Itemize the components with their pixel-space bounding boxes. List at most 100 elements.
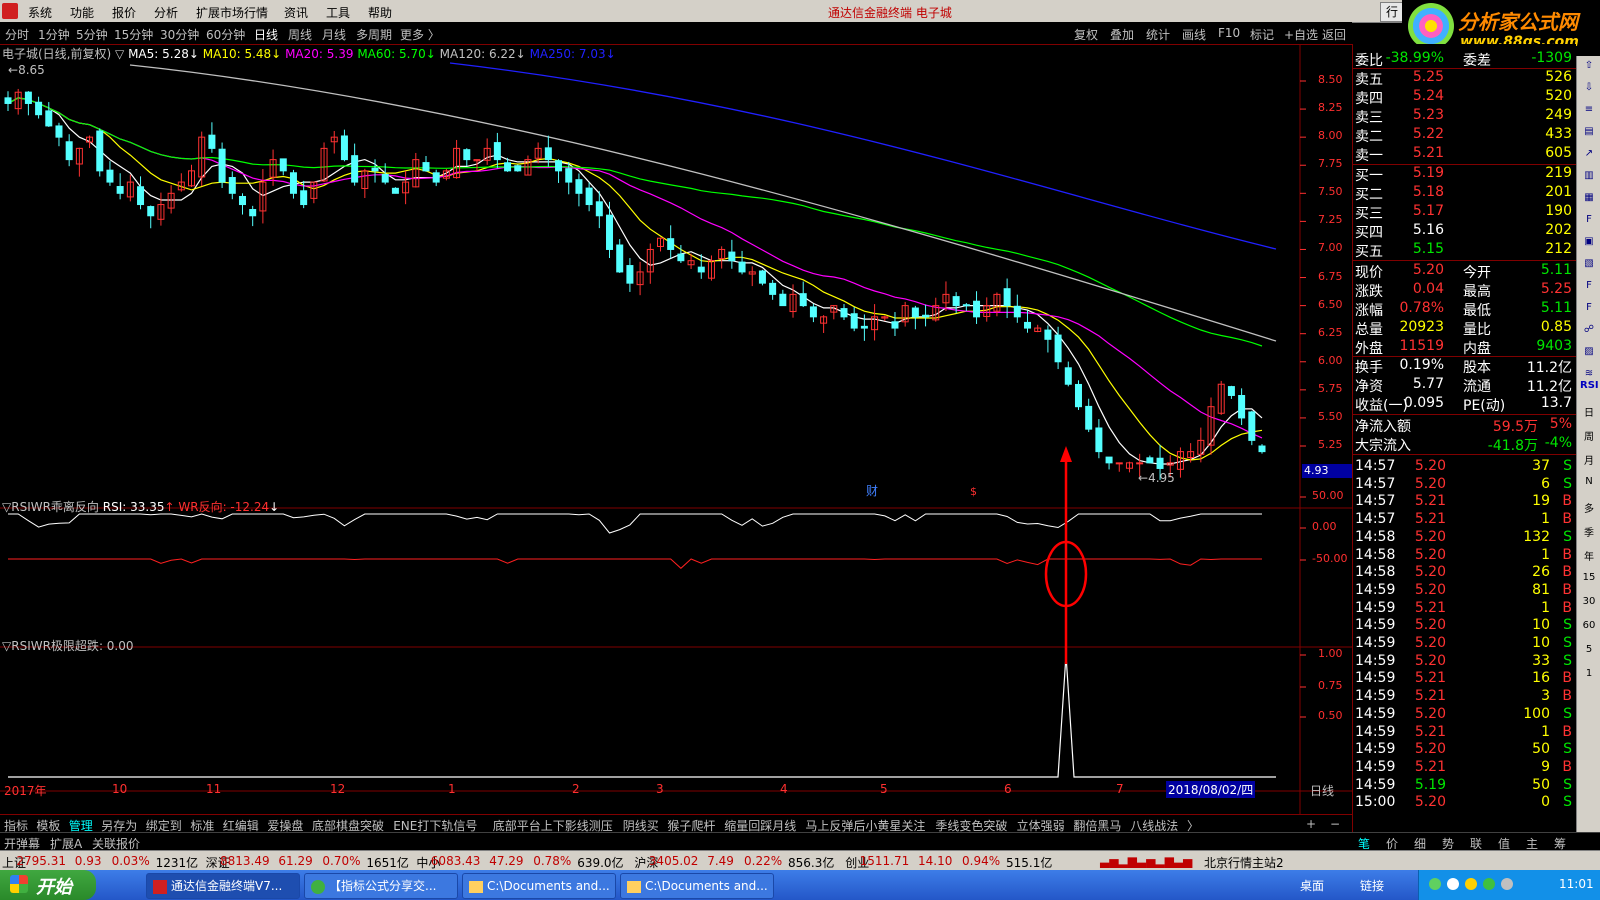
- side-tool-60[interactable]: 60: [1580, 620, 1598, 636]
- collapse-icon[interactable]: ▽: [115, 47, 124, 61]
- side-tool-icon[interactable]: ⇧: [1580, 60, 1598, 76]
- side-tool-icon[interactable]: F: [1580, 214, 1598, 230]
- period-tab[interactable]: 月线: [322, 26, 346, 43]
- taskbar-app[interactable]: 通达信金融终端V7...: [146, 873, 300, 899]
- side-tool-年[interactable]: 年: [1580, 548, 1598, 564]
- links-toolbar[interactable]: 链接: [1360, 877, 1384, 894]
- tick-side: B: [1562, 493, 1572, 510]
- tick-volume: 1: [1541, 546, 1550, 563]
- ask-label: 卖四: [1355, 91, 1383, 107]
- dividend-marker[interactable]: $: [970, 485, 977, 498]
- candle-body: [1013, 305, 1021, 318]
- period-tab[interactable]: 1分钟: [38, 26, 70, 43]
- menu-function[interactable]: 功能: [70, 4, 94, 21]
- y-tick-label: 5.25: [1318, 438, 1343, 451]
- server-status[interactable]: 北京行情主站2: [1204, 854, 1284, 871]
- side-tool-icon[interactable]: ▦: [1580, 192, 1598, 208]
- side-tool-季[interactable]: 季: [1580, 524, 1598, 540]
- add-watchlist-button[interactable]: +自选: [1284, 26, 1318, 43]
- period-tab[interactable]: 5分钟: [76, 26, 108, 43]
- tick-side: S: [1563, 794, 1572, 811]
- candle-body: [1024, 321, 1032, 329]
- bid-row: 买四 5.16 202: [1353, 222, 1576, 241]
- period-tab[interactable]: 周线: [288, 26, 312, 43]
- collapse-icon[interactable]: ▽: [2, 639, 11, 653]
- high-price-label: ←8.65: [8, 63, 45, 77]
- side-tool-RSI[interactable]: RSI: [1580, 380, 1599, 396]
- candle-body: [616, 244, 624, 273]
- candle-body: [1156, 457, 1164, 469]
- finance-marker[interactable]: 财: [866, 482, 878, 499]
- tick-row: 14:59 5.20 10 S: [1353, 617, 1576, 636]
- side-tool-icon[interactable]: ⇩: [1580, 82, 1598, 98]
- side-tool-1[interactable]: 1: [1580, 668, 1598, 684]
- side-tool-多[interactable]: 多: [1580, 500, 1598, 516]
- menu-ext-market[interactable]: 扩展市场行情: [196, 4, 268, 21]
- mark-button[interactable]: 标记: [1250, 26, 1274, 43]
- menu-system[interactable]: 系统: [28, 4, 52, 21]
- candle-body: [493, 142, 501, 161]
- candle-body: [249, 209, 257, 217]
- quote-row: 现价 5.20 今开 5.11: [1353, 262, 1576, 281]
- menu-news[interactable]: 资讯: [284, 4, 308, 21]
- volume-icon[interactable]: [1501, 878, 1513, 890]
- period-tab[interactable]: 多周期: [356, 26, 392, 43]
- tick-row: 14:59 5.20 100 S: [1353, 706, 1576, 725]
- period-tab[interactable]: 30分钟: [160, 26, 199, 43]
- side-tool-月[interactable]: 月: [1580, 452, 1598, 468]
- menu-tools[interactable]: 工具: [326, 4, 350, 21]
- browser-icon: [311, 879, 325, 894]
- candle-body: [422, 162, 430, 172]
- quote-button[interactable]: 行: [1380, 2, 1404, 22]
- overlay-button[interactable]: 叠加: [1110, 26, 1134, 43]
- side-tool-icon[interactable]: ▥: [1580, 170, 1598, 186]
- menu-quote[interactable]: 报价: [112, 4, 136, 21]
- period-tab[interactable]: 60分钟: [206, 26, 245, 43]
- draw-button[interactable]: 画线: [1182, 26, 1206, 43]
- tick-time: 14:57: [1355, 458, 1396, 474]
- menu-analysis[interactable]: 分析: [154, 4, 178, 21]
- remove-tab-icon[interactable]: −: [1330, 817, 1340, 831]
- bid-volume: 212: [1545, 241, 1572, 257]
- bid-price: 5.16: [1412, 222, 1444, 238]
- side-tool-icon[interactable]: ▨: [1580, 346, 1598, 362]
- side-tool-icon[interactable]: F: [1580, 302, 1598, 318]
- side-tool-icon[interactable]: ↗: [1580, 148, 1598, 164]
- side-tool-周[interactable]: 周: [1580, 428, 1598, 444]
- back-button[interactable]: 返回: [1322, 26, 1346, 43]
- taskbar-app[interactable]: C:\Documents and...: [620, 873, 774, 899]
- add-tab-icon[interactable]: +: [1306, 817, 1316, 831]
- side-tool-icon[interactable]: ☍: [1580, 324, 1598, 340]
- side-tool-N[interactable]: N: [1580, 476, 1598, 492]
- taskbar-app[interactable]: C:\Documents and...: [462, 873, 616, 899]
- tick-price: 5.21: [1414, 688, 1446, 705]
- menu-help[interactable]: 帮助: [368, 4, 392, 21]
- taskbar-app[interactable]: 【指标公式分享交...: [304, 873, 458, 899]
- f10-button[interactable]: F10: [1218, 26, 1240, 40]
- side-tool-15[interactable]: 15: [1580, 572, 1598, 588]
- side-tool-icon[interactable]: ▧: [1580, 258, 1598, 274]
- period-tab-more[interactable]: 更多 〉: [400, 26, 440, 43]
- collapse-icon[interactable]: ▽: [2, 500, 11, 514]
- tray-icon[interactable]: [1429, 878, 1441, 890]
- side-tool-icon[interactable]: ▣: [1580, 236, 1598, 252]
- tray-icon[interactable]: [1447, 878, 1459, 890]
- side-tool-icon[interactable]: ≡: [1580, 104, 1598, 120]
- side-tool-5[interactable]: 5: [1580, 644, 1598, 660]
- side-tool-日[interactable]: 日: [1580, 404, 1598, 420]
- side-tool-30[interactable]: 30: [1580, 596, 1598, 612]
- tray-icon[interactable]: [1483, 878, 1495, 890]
- period-tab[interactable]: 15分钟: [114, 26, 153, 43]
- kline-chart[interactable]: [0, 44, 1352, 814]
- period-tab[interactable]: 分时: [5, 26, 29, 43]
- side-tool-icon[interactable]: F: [1580, 280, 1598, 296]
- stats-button[interactable]: 统计: [1146, 26, 1170, 43]
- desktop-toolbar[interactable]: 桌面: [1300, 877, 1324, 894]
- start-button[interactable]: 开始: [0, 870, 96, 900]
- tray-icon[interactable]: [1465, 878, 1477, 890]
- restore-button[interactable]: 复权: [1074, 26, 1098, 43]
- side-tool-icon[interactable]: ▤: [1580, 126, 1598, 142]
- period-tab-active[interactable]: 日线: [254, 26, 278, 43]
- tick-volume: 1: [1541, 723, 1550, 740]
- chart-area[interactable]: 电子城(日线,前复权) ▽ MA5: 5.28↓ MA10: 5.48↓ MA2…: [0, 44, 1352, 814]
